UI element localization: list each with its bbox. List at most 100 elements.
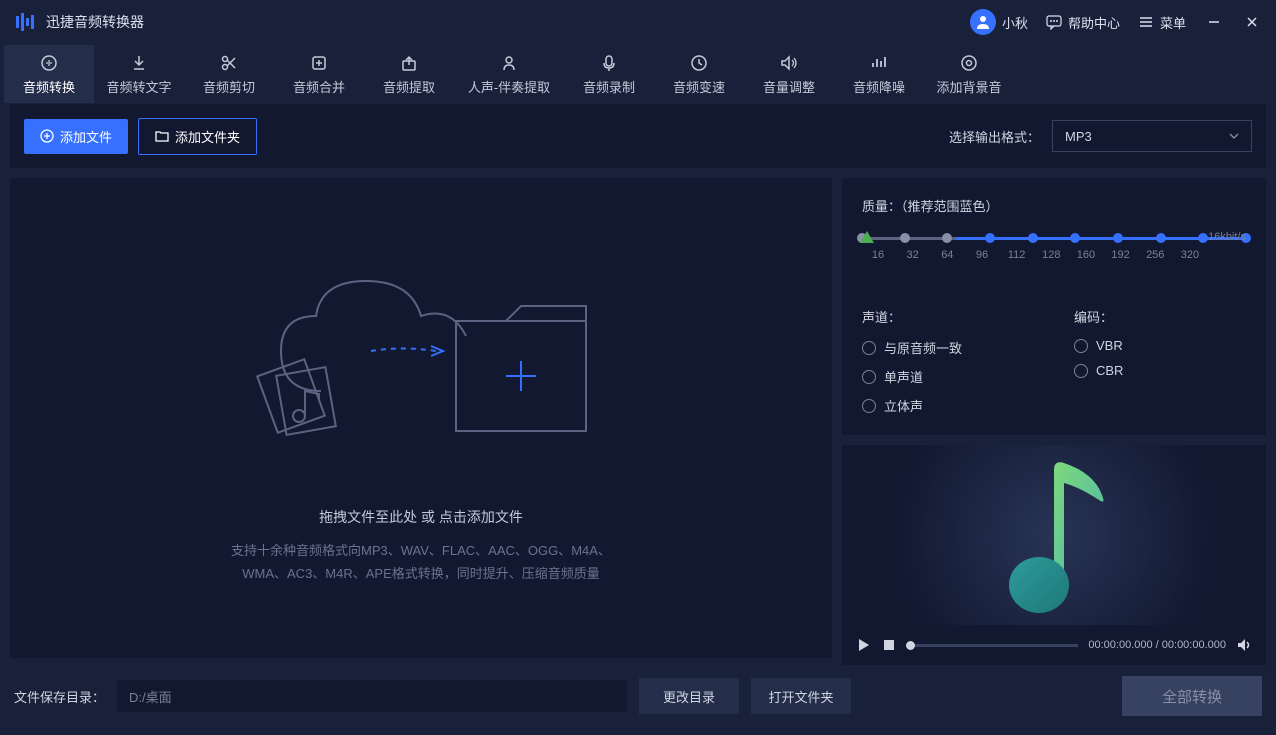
action-bar: 添加文件 添加文件夹 选择输出格式： MP3 xyxy=(10,104,1266,168)
radio-icon xyxy=(862,341,876,355)
tool-8[interactable]: 音量调整 xyxy=(744,45,834,103)
slider-dot-64[interactable] xyxy=(942,233,952,243)
output-format-label: 选择输出格式： xyxy=(949,127,1040,146)
channel-option-2[interactable]: 立体声 xyxy=(862,396,1034,415)
app-logo-icon xyxy=(14,11,36,33)
radio-icon xyxy=(862,399,876,413)
tool-icon-8 xyxy=(779,53,799,73)
tool-icon-0 xyxy=(39,53,59,73)
tool-label-2: 音频剪切 xyxy=(203,77,255,96)
tool-label-5: 人声-伴奏提取 xyxy=(468,77,550,96)
slider-label-64: 64 xyxy=(931,249,963,261)
slider-dot-256[interactable] xyxy=(1198,233,1208,243)
tool-6[interactable]: 音频录制 xyxy=(564,45,654,103)
user-name: 小秋 xyxy=(1002,13,1028,32)
tool-9[interactable]: 音频降噪 xyxy=(834,45,924,103)
tool-label-3: 音频合并 xyxy=(293,77,345,96)
slider-label-192: 192 xyxy=(1105,249,1137,261)
tool-4[interactable]: 音频提取 xyxy=(364,45,454,103)
dropzone-panel[interactable]: 拖拽文件至此处 或 点击添加文件 支持十余种音频格式向MP3、WAV、FLAC、… xyxy=(10,178,832,658)
tool-label-8: 音量调整 xyxy=(763,77,815,96)
volume-button[interactable] xyxy=(1236,637,1252,653)
main-content: 拖拽文件至此处 或 点击添加文件 支持十余种音频格式向MP3、WAV、FLAC、… xyxy=(0,168,1276,668)
plus-circle-icon xyxy=(40,129,54,143)
tool-label-0: 音频转换 xyxy=(23,77,75,96)
save-dir-label: 文件保存目录： xyxy=(14,687,105,706)
user-profile[interactable]: 小秋 xyxy=(970,9,1028,35)
slider-dot-128[interactable] xyxy=(1070,233,1080,243)
slider-label-160: 160 xyxy=(1070,249,1102,261)
slider-dot-160[interactable] xyxy=(1113,233,1123,243)
slider-label-32: 32 xyxy=(897,249,929,261)
quality-section: 质量：（推荐范围蓝色） 16326496112128160192256320 1… xyxy=(842,178,1266,289)
slider-dot-192[interactable] xyxy=(1156,233,1166,243)
chevron-down-icon xyxy=(1229,133,1239,139)
channel-option-0[interactable]: 与原音频一致 xyxy=(862,338,1034,357)
slider-label-256: 256 xyxy=(1139,249,1171,261)
channel-label-2: 立体声 xyxy=(884,396,923,415)
output-format-value: MP3 xyxy=(1065,129,1092,144)
convert-all-button[interactable]: 全部转换 xyxy=(1122,676,1262,716)
menu-label: 菜单 xyxy=(1160,13,1186,32)
settings-panel: 质量：（推荐范围蓝色） 16326496112128160192256320 1… xyxy=(842,178,1266,658)
tool-1[interactable]: 音频转文字 xyxy=(94,45,184,103)
save-path-input[interactable] xyxy=(117,680,627,712)
close-button[interactable] xyxy=(1242,12,1262,32)
open-folder-button[interactable]: 打开文件夹 xyxy=(751,678,851,714)
titlebar: 迅捷音频转换器 小秋 帮助中心 菜单 xyxy=(0,0,1276,44)
avatar-icon xyxy=(970,9,996,35)
encoding-option-0[interactable]: VBR xyxy=(1074,338,1246,353)
menu-button[interactable]: 菜单 xyxy=(1138,13,1186,32)
tool-icon-4 xyxy=(399,53,419,73)
chat-icon xyxy=(1046,14,1062,30)
channel-section: 声道： 与原音频一致单声道立体声 xyxy=(862,307,1034,425)
progress-slider[interactable] xyxy=(906,644,1078,647)
channel-option-1[interactable]: 单声道 xyxy=(862,367,1034,386)
music-note-icon xyxy=(984,445,1124,625)
tool-7[interactable]: 音频变速 xyxy=(654,45,744,103)
encoding-option-1[interactable]: CBR xyxy=(1074,363,1246,378)
tool-icon-10 xyxy=(959,53,979,73)
time-display: 00:00:00.000 / 00:00:00.000 xyxy=(1088,639,1226,651)
channel-label-0: 与原音频一致 xyxy=(884,338,962,357)
preview-section: 00:00:00.000 / 00:00:00.000 xyxy=(842,445,1266,665)
add-file-button[interactable]: 添加文件 xyxy=(24,119,128,154)
quality-slider[interactable]: 16326496112128160192256320 16kbit/s xyxy=(862,231,1246,271)
tool-3[interactable]: 音频合并 xyxy=(274,45,364,103)
tool-label-4: 音频提取 xyxy=(383,77,435,96)
tool-5[interactable]: 人声-伴奏提取 xyxy=(454,45,564,103)
tool-label-7: 音频变速 xyxy=(673,77,725,96)
play-button[interactable] xyxy=(856,637,872,653)
slider-label-128: 128 xyxy=(1035,249,1067,261)
encoding-title: 编码： xyxy=(1074,307,1246,326)
slider-handle-icon[interactable] xyxy=(860,231,874,243)
tool-icon-9 xyxy=(869,53,889,73)
slider-label-320: 320 xyxy=(1174,249,1206,261)
tool-label-10: 添加背景音 xyxy=(936,77,1001,96)
stop-button[interactable] xyxy=(882,638,896,652)
menu-icon xyxy=(1138,14,1154,30)
output-format-select[interactable]: MP3 xyxy=(1052,120,1252,152)
quality-label: 质量：（推荐范围蓝色） xyxy=(862,196,1246,215)
change-dir-button[interactable]: 更改目录 xyxy=(639,678,739,714)
slider-dot-32[interactable] xyxy=(900,233,910,243)
tool-label-1: 音频转文字 xyxy=(106,77,171,96)
tool-0[interactable]: 音频转换 xyxy=(4,45,94,103)
tool-10[interactable]: 添加背景音 xyxy=(924,45,1014,103)
help-label: 帮助中心 xyxy=(1068,13,1120,32)
tool-icon-2 xyxy=(219,53,239,73)
help-center-button[interactable]: 帮助中心 xyxy=(1046,13,1120,32)
tool-icon-1 xyxy=(129,53,149,73)
tool-2[interactable]: 音频剪切 xyxy=(184,45,274,103)
slider-label-112: 112 xyxy=(1001,249,1033,261)
add-folder-button[interactable]: 添加文件夹 xyxy=(138,118,257,155)
tool-icon-5 xyxy=(499,53,519,73)
minimize-button[interactable] xyxy=(1204,12,1224,32)
encoding-label-0: VBR xyxy=(1096,338,1123,353)
app-title: 迅捷音频转换器 xyxy=(46,12,144,32)
quality-unit: 16kbit/s xyxy=(1208,231,1246,243)
slider-dot-112[interactable] xyxy=(1028,233,1038,243)
radio-icon xyxy=(1074,364,1088,378)
slider-dot-96[interactable] xyxy=(985,233,995,243)
slider-label-96: 96 xyxy=(966,249,998,261)
